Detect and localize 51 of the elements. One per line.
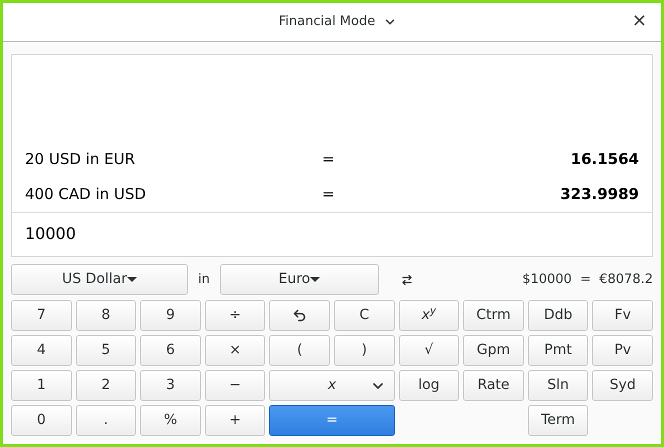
- calculator-key[interactable]: Rate: [463, 370, 524, 401]
- equals-sign: =: [322, 149, 336, 170]
- calculator-key[interactable]: x$^{y}$: [398, 300, 460, 331]
- calculator-key[interactable]: Gpm: [463, 335, 524, 366]
- history-result: 16.1564: [570, 149, 639, 170]
- calculator-key[interactable]: √: [398, 335, 460, 366]
- calculator-key[interactable]: .: [76, 405, 136, 436]
- calculator-key[interactable]: Term: [528, 405, 588, 436]
- mode-menu-button[interactable]: Financial Mode: [266, 12, 398, 32]
- calculator-key[interactable]: −: [204, 370, 266, 401]
- calculator-key[interactable]: Sln: [528, 370, 588, 401]
- undo-arrow-icon: [292, 308, 308, 323]
- calculator-key[interactable]: Ctrm: [463, 300, 524, 331]
- function-dropdown[interactable]: x: [269, 370, 395, 401]
- calculator-key[interactable]: 5: [76, 335, 136, 366]
- input-field[interactable]: 10000: [25, 222, 76, 246]
- calculator-key[interactable]: 6: [140, 335, 201, 366]
- calculator-key[interactable]: 9: [140, 300, 201, 331]
- calculator-key[interactable]: %: [140, 405, 201, 436]
- calculator-key[interactable]: 1: [11, 370, 72, 401]
- calculator-key[interactable]: Pv: [592, 335, 653, 366]
- currency-dropdown[interactable]: Euro: [220, 264, 379, 295]
- calculator-key[interactable]: Fv: [592, 300, 653, 331]
- calculator-key[interactable]: (: [269, 335, 330, 366]
- dropdown-arrow-icon: [127, 277, 138, 282]
- calculator-key[interactable]: C: [334, 300, 395, 331]
- backspace-button[interactable]: [269, 300, 330, 331]
- calculator-key[interactable]: 3: [140, 370, 201, 401]
- history-expression: 400 CAD in USD: [25, 184, 147, 206]
- calculator-key[interactable]: log: [398, 370, 460, 401]
- swap-icon[interactable]: [400, 274, 413, 286]
- dropdown-arrow-icon: [310, 277, 320, 282]
- calculator-key[interactable]: 8: [76, 300, 136, 331]
- calculator-key[interactable]: 2: [76, 370, 136, 401]
- equals-sign: =: [322, 184, 336, 206]
- history-result: 323.9989: [559, 184, 639, 206]
- conversion-result: $10000 = €8078.2: [522, 270, 653, 289]
- calculator-key[interactable]: Ddb: [528, 300, 588, 331]
- calculator-key[interactable]: 0: [11, 405, 72, 436]
- calculator-key[interactable]: Pmt: [528, 335, 588, 366]
- in-label: in: [198, 270, 210, 289]
- calculator-key[interactable]: ): [334, 335, 395, 366]
- history-expression: 20 USD in EUR: [25, 149, 136, 170]
- close-button[interactable]: ×: [632, 12, 647, 30]
- calculator-key[interactable]: 7: [11, 300, 72, 331]
- calculator-key[interactable]: 4: [11, 335, 72, 366]
- calculator-key[interactable]: Syd: [592, 370, 653, 401]
- calculator-key[interactable]: +: [204, 405, 266, 436]
- calculator-key[interactable]: ×: [204, 335, 266, 366]
- currency-dropdown[interactable]: US Dollar: [11, 264, 188, 295]
- calculator-key[interactable]: ÷: [204, 300, 266, 331]
